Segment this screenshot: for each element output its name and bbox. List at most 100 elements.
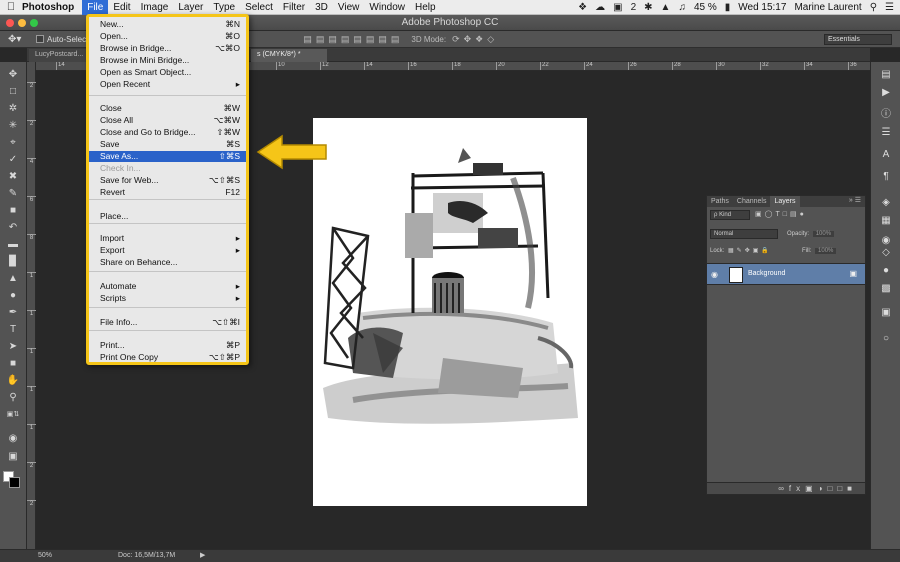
- bluetooth-icon[interactable]: ✱: [644, 2, 652, 13]
- tab-channels[interactable]: Channels: [733, 196, 771, 207]
- menu-filter[interactable]: Filter: [278, 0, 310, 15]
- brush-presets-icon[interactable]: ○: [879, 332, 893, 346]
- tab-paths[interactable]: Paths: [707, 196, 733, 207]
- menu-3d[interactable]: 3D: [310, 0, 333, 15]
- menu-edit[interactable]: Edit: [108, 0, 135, 15]
- document-canvas[interactable]: [313, 118, 587, 506]
- move-tool-icon[interactable]: ✥: [4, 68, 22, 82]
- move-tool-preset-icon[interactable]: ✥▾: [0, 34, 30, 45]
- file-menu-item[interactable]: Open as Smart Object...: [89, 67, 246, 78]
- zoom-tool-icon[interactable]: ⚲: [4, 391, 22, 405]
- file-menu-item[interactable]: Save ⌘S: [89, 139, 246, 150]
- eraser-tool-icon[interactable]: ▬: [4, 238, 22, 252]
- file-menu-item[interactable]: Browse in Bridge... ⌥⌘O: [89, 43, 246, 54]
- battery-percent[interactable]: 45 %: [694, 2, 717, 13]
- workspace-select[interactable]: Essentials: [824, 34, 892, 45]
- properties-panel-icon[interactable]: ☰: [879, 126, 893, 140]
- color-panel-icon[interactable]: ◈: [879, 196, 893, 210]
- paragraph-panel-icon[interactable]: ¶: [879, 170, 893, 184]
- file-menu-item[interactable]: Export ▸: [89, 245, 246, 256]
- auto-select-checkbox[interactable]: [36, 35, 44, 43]
- menu-layer[interactable]: Layer: [173, 0, 208, 15]
- opacity-field[interactable]: 100%: [812, 231, 835, 237]
- gradient-tool-icon[interactable]: ▉: [4, 255, 22, 269]
- channels-panel-icon[interactable]: ●: [879, 264, 893, 278]
- actions-panel-icon[interactable]: ▶: [879, 86, 893, 100]
- shape-tool-icon[interactable]: ■: [4, 357, 22, 371]
- file-menu-item[interactable]: Save for Web... ⌥⇧⌘S: [89, 175, 246, 186]
- file-menu-item[interactable]: Open... ⌘O: [89, 31, 246, 42]
- paths-panel-icon[interactable]: ▩: [879, 282, 893, 296]
- file-menu-item[interactable]: Place...: [89, 211, 246, 222]
- dodge-tool-icon[interactable]: ●: [4, 289, 22, 303]
- status-menu-arrow-icon[interactable]: ▶: [200, 550, 205, 562]
- file-menu-item[interactable]: Automate ▸: [89, 281, 246, 292]
- type-tool-icon[interactable]: T: [4, 323, 22, 337]
- cloud-icon[interactable]: ☁: [595, 2, 605, 13]
- menu-window[interactable]: Window: [364, 0, 410, 15]
- menu-view[interactable]: View: [333, 0, 365, 15]
- file-menu-item[interactable]: New... ⌘N: [89, 19, 246, 30]
- dropbox-icon[interactable]: ❖: [578, 2, 587, 13]
- history-panel-icon[interactable]: ▤: [879, 68, 893, 82]
- wifi-icon[interactable]: ▲: [661, 2, 671, 13]
- file-menu-item[interactable]: Save As... ⇧⌘S: [89, 151, 246, 162]
- file-menu-item[interactable]: Share on Behance...: [89, 257, 246, 268]
- menu-app-name[interactable]: Photoshop: [22, 2, 74, 13]
- file-menu-item[interactable]: Open Recent ▸: [89, 79, 246, 90]
- swatches-panel-icon[interactable]: ▦: [879, 214, 893, 228]
- blend-mode-select[interactable]: Normal: [710, 229, 778, 239]
- quick-select-tool-icon[interactable]: ✳: [4, 119, 22, 133]
- panel-menu-icon[interactable]: » ☰: [849, 196, 861, 204]
- default-colors-icon[interactable]: ▣⇅: [4, 408, 22, 422]
- 3d-mode-icons[interactable]: ⟳✥❖◇: [452, 34, 498, 45]
- menu-help[interactable]: Help: [410, 0, 441, 15]
- notification-icon[interactable]: ▣: [613, 2, 622, 13]
- file-menu-item[interactable]: Close All ⌥⌘W: [89, 115, 246, 126]
- marquee-tool-icon[interactable]: □: [4, 85, 22, 99]
- document-info[interactable]: Doc: 16,5M/13,7M: [118, 550, 175, 562]
- brush-tool-icon[interactable]: ✎: [4, 187, 22, 201]
- quick-mask-icon[interactable]: ◉: [4, 432, 22, 446]
- history-brush-tool-icon[interactable]: ↶: [4, 221, 22, 235]
- clock[interactable]: Wed 15:17: [738, 2, 786, 13]
- clone-stamp-tool-icon[interactable]: ■: [4, 204, 22, 218]
- menu-type[interactable]: Type: [208, 0, 240, 15]
- file-menu-item[interactable]: Revert F12: [89, 187, 246, 198]
- background-color-swatch[interactable]: [9, 477, 20, 488]
- layer-filter-icons[interactable]: ▣◯T□▤●: [755, 210, 862, 220]
- tab-layers[interactable]: Layers: [770, 196, 800, 207]
- file-menu-item[interactable]: File Info... ⌥⇧⌘I: [89, 317, 246, 328]
- info-panel-icon[interactable]: ⓘ: [879, 108, 893, 122]
- lasso-tool-icon[interactable]: ✲: [4, 102, 22, 116]
- visibility-eye-icon[interactable]: ◉: [711, 270, 718, 279]
- file-menu-item[interactable]: Print... ⌘P: [89, 340, 246, 351]
- hand-tool-icon[interactable]: ✋: [4, 374, 22, 388]
- layers-panel-footer-icons[interactable]: ∞fx▣◑□□■: [707, 482, 865, 494]
- tab-document-2[interactable]: s (CMYK/8*) *: [251, 49, 327, 62]
- layer-row-background[interactable]: ◉ Background ▣: [707, 263, 865, 285]
- lock-icons[interactable]: ▦✎✥▣🔒: [728, 248, 772, 254]
- file-menu-item[interactable]: Close ⌘W: [89, 103, 246, 114]
- blur-tool-icon[interactable]: ▲: [4, 272, 22, 286]
- volume-icon[interactable]: ♫: [678, 2, 686, 13]
- menu-file[interactable]: File: [82, 0, 109, 15]
- spotlight-icon[interactable]: ⚲: [870, 2, 877, 13]
- zoom-level[interactable]: 50%: [38, 550, 52, 562]
- eyedropper-tool-icon[interactable]: ✓: [4, 153, 22, 167]
- fill-field[interactable]: 100%: [815, 248, 837, 254]
- layer-filter-kind[interactable]: ρ Kind: [710, 210, 750, 220]
- menu-image[interactable]: Image: [136, 0, 174, 15]
- file-menu-item[interactable]: Close and Go to Bridge... ⇧⌘W: [89, 127, 246, 138]
- file-menu-item[interactable]: Browse in Mini Bridge...: [89, 55, 246, 66]
- file-menu-item[interactable]: Import ▸: [89, 233, 246, 244]
- styles-panel-icon[interactable]: ▣: [879, 306, 893, 320]
- file-menu-item[interactable]: Scripts ▸: [89, 293, 246, 304]
- healing-brush-tool-icon[interactable]: ✖: [4, 170, 22, 184]
- pen-tool-icon[interactable]: ✒: [4, 306, 22, 320]
- user-name[interactable]: Marine Laurent: [794, 2, 861, 13]
- file-menu-item[interactable]: Print One Copy ⌥⇧⌘P: [89, 352, 246, 363]
- list-icon[interactable]: ☰: [885, 2, 894, 13]
- menu-select[interactable]: Select: [240, 0, 278, 15]
- character-panel-icon[interactable]: A: [879, 148, 893, 162]
